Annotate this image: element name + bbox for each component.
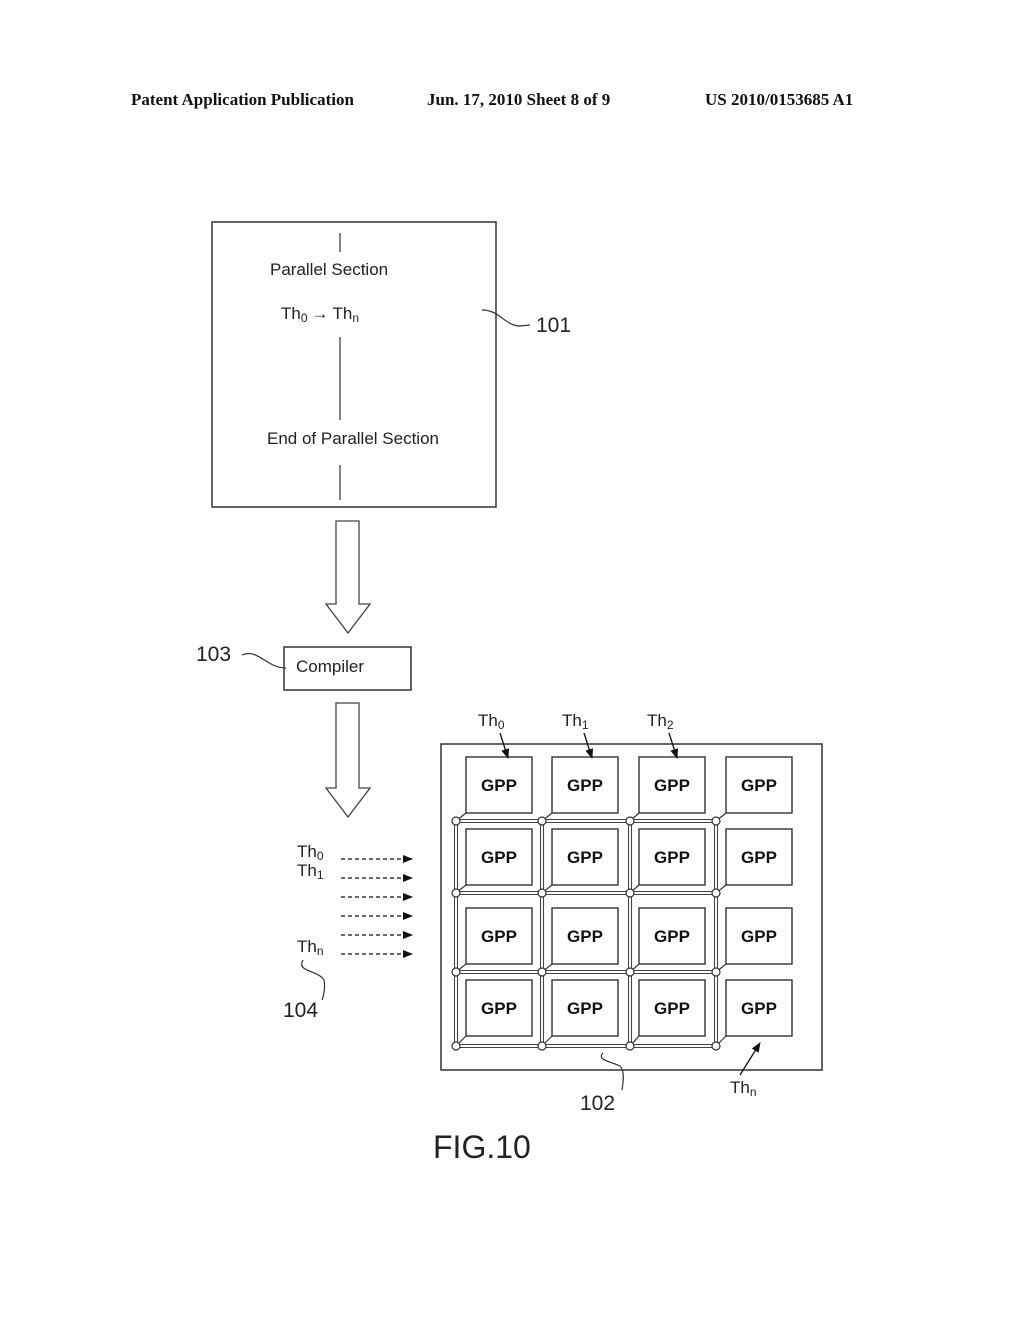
gpp-cell: GPP — [629, 828, 706, 894]
thread-n-label: Thn — [730, 1078, 757, 1099]
thread-label: Th1 — [297, 861, 324, 882]
router-node — [625, 816, 635, 826]
parallel-section-label: Parallel Section — [270, 260, 388, 279]
top-thread-labels: Th0 Th1 Th2 — [478, 711, 679, 759]
thread-pointer-arrow — [583, 732, 594, 759]
router-node — [625, 1041, 635, 1051]
router-node — [537, 888, 547, 898]
down-arrow-icon — [324, 520, 372, 635]
gpp-cell: GPP — [629, 979, 706, 1047]
ref-103: 103 — [196, 643, 231, 666]
router-node — [537, 816, 547, 826]
thread-list: Th0Th1 Thn — [297, 842, 413, 958]
router-node — [711, 816, 721, 826]
gpp-cell: GPP — [715, 979, 793, 1047]
router-node — [451, 1041, 461, 1051]
leader-line-101 — [481, 309, 531, 327]
router-node — [451, 816, 461, 826]
router-node — [625, 967, 635, 977]
leader-line-103 — [241, 652, 287, 669]
gpp-cell: GPP — [455, 979, 533, 1047]
router-node — [537, 1041, 547, 1051]
thread-label: Th2 — [647, 711, 674, 732]
gpp-label: GPP — [481, 848, 517, 867]
gpp-label: GPP — [654, 848, 690, 867]
gpp-label: GPP — [741, 999, 777, 1018]
gpp-cell: GPP — [629, 907, 706, 973]
gpp-label: GPP — [654, 776, 690, 795]
thread-label: Th0 — [478, 711, 505, 732]
router-node — [625, 888, 635, 898]
figure-caption: FIG.10 — [433, 1129, 531, 1165]
gpp-label: GPP — [741, 927, 777, 946]
thread-range-label: Th0 → Thn — [281, 304, 359, 325]
parallel-section-block: Parallel Section Th0 → Thn End of Parallel… — [211, 221, 497, 508]
gpp-cell: GPP — [629, 756, 706, 822]
gpp-label: GPP — [481, 999, 517, 1018]
end-parallel-section-label: End of Parallel Section — [267, 429, 439, 448]
router-node — [451, 967, 461, 977]
gpp-cell: GPP — [455, 756, 533, 822]
gpp-label: GPP — [741, 776, 777, 795]
gpp-cell: GPP — [715, 828, 793, 894]
thread-label: Thn — [297, 937, 324, 958]
router-node — [711, 888, 721, 898]
gpp-label: GPP — [567, 999, 603, 1018]
router-node — [711, 967, 721, 977]
gpp-cell: GPP — [541, 907, 619, 973]
ref-104: 104 — [283, 999, 318, 1022]
gpp-label: GPP — [654, 999, 690, 1018]
thread-label: Th0 — [297, 842, 324, 863]
ref-102: 102 — [580, 1092, 615, 1115]
gpp-cell: GPP — [455, 907, 533, 973]
leader-line-104 — [301, 959, 326, 1001]
thread-pointer-arrow — [499, 732, 510, 759]
figure-10-diagram: Parallel Section Th0 → Thn End of Parallel… — [196, 221, 823, 1165]
gpp-grid: GPP GPP GPP GPP GPP GPP GPP GPP GPP GPP GPP GPP GPP G… — [455, 756, 793, 1047]
gpp-label: GPP — [567, 848, 603, 867]
gpp-label: GPP — [481, 927, 517, 946]
gpp-cell: GPP — [455, 828, 533, 894]
router-node — [451, 888, 461, 898]
gpp-label: GPP — [481, 776, 517, 795]
gpp-label: GPP — [654, 927, 690, 946]
gpp-cell: GPP — [541, 756, 619, 822]
gpp-label: GPP — [741, 848, 777, 867]
gpp-cell: GPP — [715, 756, 793, 822]
leader-line-102 — [600, 1052, 624, 1091]
router-node — [711, 1041, 721, 1051]
router-node — [537, 967, 547, 977]
thread-pointer-arrow — [668, 732, 679, 759]
gpp-cell: GPP — [541, 828, 619, 894]
compiler-label: Compiler — [296, 657, 364, 676]
thread-label: Th1 — [562, 711, 589, 732]
down-arrow-icon — [324, 702, 372, 819]
gpp-label: GPP — [567, 776, 603, 795]
gpp-cell: GPP — [715, 907, 793, 973]
gpp-cell: GPP — [541, 979, 619, 1047]
gpp-label: GPP — [567, 927, 603, 946]
ref-101: 101 — [536, 314, 571, 337]
